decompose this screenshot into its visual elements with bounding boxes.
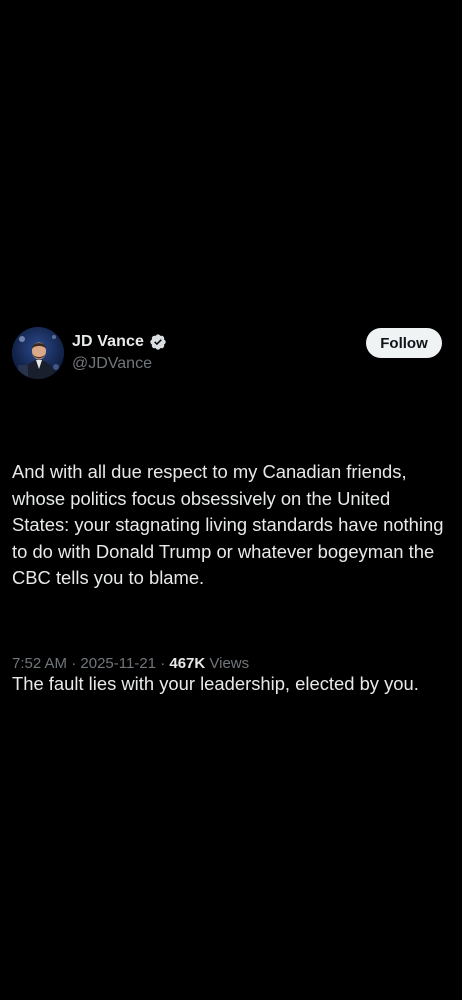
tweet-meta: 7:52 AM · 2025-11-21 · 467K Views (12, 655, 249, 672)
tweet: JD Vance @JDVance Follow And with all du… (0, 322, 462, 694)
profile-photo-icon (12, 327, 64, 379)
verified-badge-icon (149, 333, 167, 351)
display-name[interactable]: JD Vance (72, 333, 144, 351)
views-label: Views (209, 655, 250, 672)
meta-separator: · (71, 655, 77, 672)
tweet-time[interactable]: 7:52 AM (12, 655, 67, 672)
author-names: JD Vance @JDVance (72, 331, 167, 373)
name-row: JD Vance (72, 331, 167, 353)
tweet-header: JD Vance @JDVance Follow (0, 322, 462, 384)
tweet-text: And with all due respect to my Canadian … (12, 406, 452, 751)
handle[interactable]: @JDVance (72, 355, 167, 373)
avatar[interactable] (12, 327, 64, 379)
tweet-paragraph-1: And with all due respect to my Canadian … (12, 461, 449, 588)
meta-separator: · (160, 655, 166, 672)
views-count: 467K (169, 655, 206, 672)
follow-button[interactable]: Follow (366, 328, 442, 358)
tweet-paragraph-2: The fault lies with your leadership, ele… (12, 673, 419, 694)
tweet-date[interactable]: 2025-11-21 (80, 655, 156, 672)
